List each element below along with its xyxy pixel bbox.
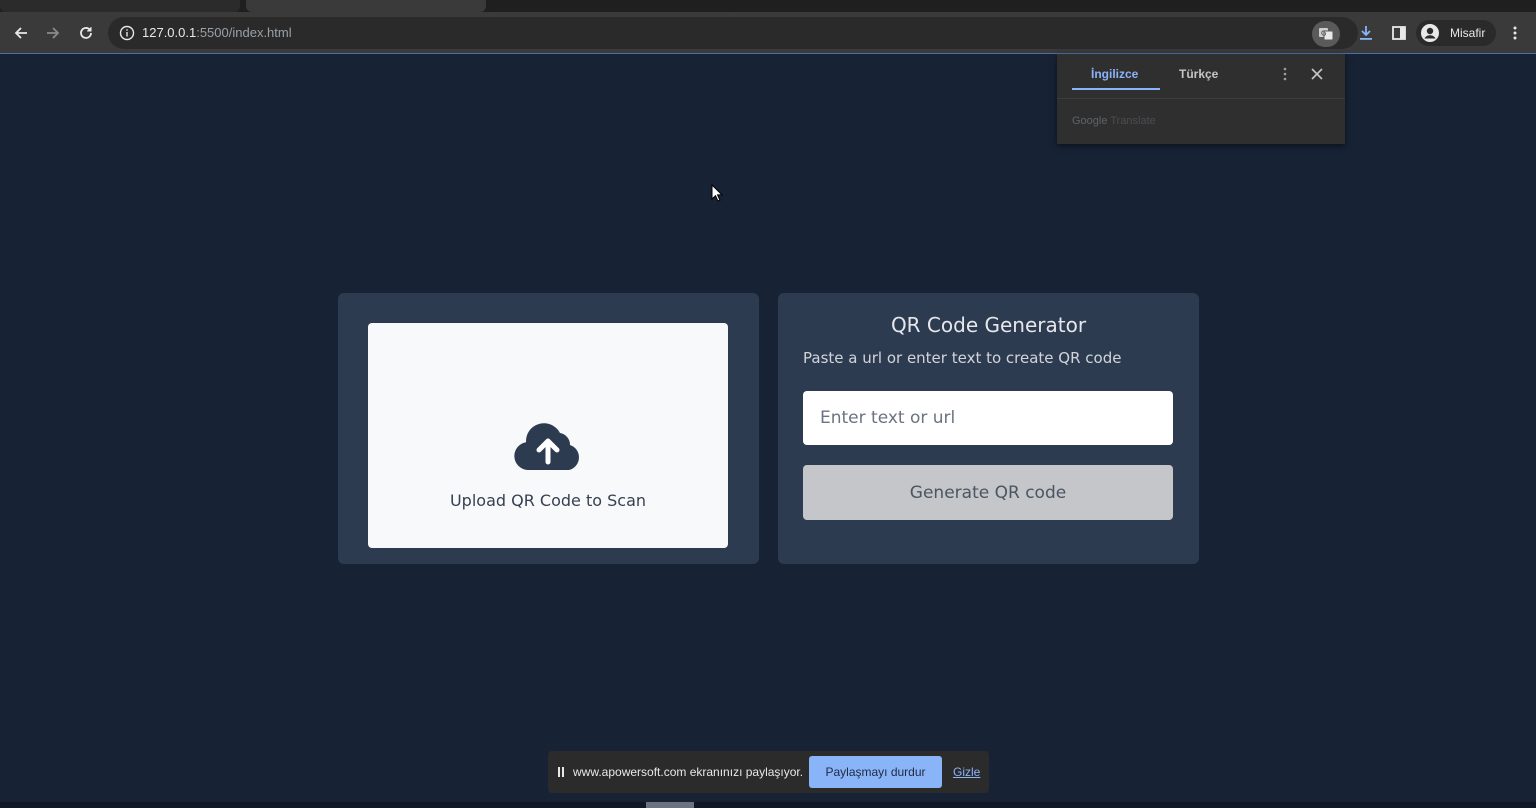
text-url-input[interactable]	[803, 391, 1173, 445]
tab-target-language[interactable]: Türkçe	[1179, 67, 1218, 81]
cloud-upload-icon	[514, 423, 579, 470]
arrow-left-icon	[14, 27, 27, 39]
translate-wordmark: Translate	[1107, 115, 1156, 127]
drag-handle-icon[interactable]	[558, 767, 564, 777]
mouse-cursor-icon	[711, 184, 723, 202]
reload-icon	[80, 27, 92, 39]
download-icon	[1360, 26, 1372, 40]
side-panel-button[interactable]	[1386, 20, 1412, 46]
generator-card: QR Code Generator Paste a url or enter t…	[778, 293, 1199, 564]
close-icon[interactable]	[1309, 66, 1325, 82]
url-text[interactable]: 127.0.0.1:5500/index.html	[142, 25, 292, 40]
profile-name: Misafir	[1450, 26, 1486, 40]
translate-tabs: İngilizce Türkçe	[1057, 54, 1345, 99]
active-tab-indicator	[1072, 88, 1160, 90]
browser-toolbar: 127.0.0.1:5500/index.html G Misafir	[0, 12, 1536, 54]
tab-strip	[0, 0, 1536, 12]
scanner-card: Upload QR Code to Scan	[338, 293, 759, 564]
reload-button[interactable]	[73, 20, 99, 46]
downloads-button[interactable]	[1353, 20, 1379, 46]
divider	[1057, 98, 1345, 99]
browser-tab-active[interactable]	[246, 0, 486, 12]
page-title: QR Code Generator	[890, 313, 1087, 337]
side-panel-icon	[1392, 26, 1406, 40]
more-vertical-icon[interactable]	[1278, 66, 1292, 82]
profile-button[interactable]: Misafir	[1416, 20, 1496, 46]
browser-tab[interactable]	[0, 0, 240, 12]
generate-qr-button[interactable]: Generate QR code	[803, 465, 1173, 520]
address-bar[interactable]: 127.0.0.1:5500/index.html	[108, 17, 1358, 49]
screen-share-bar: www.apowersoft.com ekranınızı paylaşıyor…	[548, 751, 989, 793]
translate-attribution: Google Translate	[1072, 115, 1156, 127]
avatar-icon	[1421, 24, 1439, 42]
browser-menu-button[interactable]	[1502, 20, 1528, 46]
upload-dropzone[interactable]: Upload QR Code to Scan	[368, 323, 728, 548]
svg-text:G: G	[1321, 30, 1326, 38]
url-path: :5500/index.html	[196, 25, 292, 40]
share-message: www.apowersoft.com ekranınızı paylaşıyor…	[573, 765, 804, 779]
translate-button[interactable]: G	[1312, 21, 1340, 47]
forward-button[interactable]	[40, 20, 66, 46]
more-vertical-icon	[1513, 26, 1517, 40]
url-host: 127.0.0.1	[142, 25, 197, 40]
taskbar-edge	[0, 802, 1536, 808]
back-button[interactable]	[8, 20, 34, 46]
page-subtitle: Paste a url or enter text to create QR c…	[803, 349, 1122, 367]
upload-label: Upload QR Code to Scan	[449, 491, 647, 510]
arrow-right-icon	[47, 27, 60, 39]
google-wordmark: Google	[1072, 115, 1108, 127]
browser-tab[interactable]	[492, 0, 732, 12]
translate-icon: G	[1319, 28, 1334, 41]
hide-link[interactable]: Gizle	[953, 765, 980, 779]
info-icon[interactable]	[119, 25, 135, 41]
tab-source-language[interactable]: İngilizce	[1091, 67, 1138, 81]
taskbar-indicator	[646, 802, 694, 808]
stop-sharing-button[interactable]: Paylaşmayı durdur	[809, 756, 942, 788]
translate-popup: İngilizce Türkçe Google Translate	[1057, 54, 1345, 144]
